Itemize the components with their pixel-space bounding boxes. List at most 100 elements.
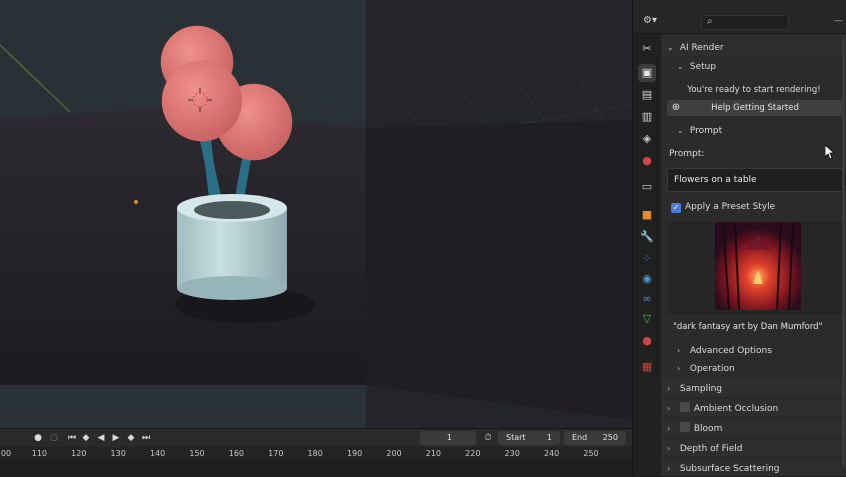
apply-preset-label: Apply a Preset Style — [685, 202, 776, 212]
render-icon[interactable]: ▣ — [638, 64, 656, 82]
texture-icon[interactable]: ▦ — [638, 358, 656, 376]
next-keyframe-icon[interactable]: ◆ — [125, 432, 137, 444]
jump-start-icon[interactable]: ⏮ — [66, 432, 78, 444]
keying-icon[interactable]: ○ — [48, 432, 60, 444]
ambient-occlusion-panel-header[interactable]: › Ambient Occlusion — [661, 400, 846, 418]
start-value: 1 — [546, 433, 552, 442]
object-icon[interactable]: ■ — [638, 206, 656, 224]
apply-preset-row[interactable]: ✓ Apply a Preset Style — [661, 198, 846, 216]
stopwatch-icon[interactable]: ⏱ — [482, 432, 494, 444]
timeline[interactable]: ● ○ ⏮ ◆ ◀ ▶ ◆ ⏭ 1 ⏱ Start 1 End 250 00 11… — [0, 428, 632, 477]
advanced-options-subpanel-header[interactable]: › Advanced Options — [661, 342, 846, 360]
sampling-panel-header[interactable]: › Sampling — [661, 380, 846, 398]
frame-tick-label: 170 — [268, 449, 284, 458]
properties-header: ⚙▾ ⌕ — — [633, 0, 846, 34]
chevron-right-icon: › — [667, 464, 671, 473]
bloom-checkbox[interactable] — [679, 422, 690, 432]
jump-end-icon[interactable]: ⏭ — [140, 432, 152, 444]
depth-of-field-label: Depth of Field — [679, 444, 743, 454]
data-icon[interactable]: ▽ — [638, 310, 656, 328]
prompt-field-label: Prompt: — [669, 149, 705, 159]
help-button-label: Help Getting Started — [711, 103, 799, 113]
play-reverse-icon[interactable]: ◀ — [95, 432, 107, 444]
setup-label: Setup — [689, 62, 717, 72]
current-frame-field[interactable]: 1 — [420, 431, 476, 445]
prompt-input[interactable]: Flowers on a table — [667, 168, 846, 192]
chevron-right-icon: › — [667, 424, 671, 433]
properties-content: ⌄ AI Render ⌄ Setup You're ready to star… — [661, 34, 846, 476]
ambient-occlusion-label: Ambient Occlusion — [693, 404, 779, 414]
play-icon[interactable]: ▶ — [110, 432, 122, 444]
sampling-label: Sampling — [679, 384, 723, 394]
timeline-track[interactable] — [0, 461, 632, 477]
frame-tick-label: 130 — [110, 449, 126, 458]
modifier-icon[interactable]: 🔧 — [638, 228, 656, 246]
properties-scrollbar[interactable] — [842, 36, 845, 466]
ambient-occlusion-checkbox[interactable] — [679, 402, 690, 412]
frame-ruler[interactable]: 00 110 120 130 140 150 160 170 180 190 200 210 220 23… — [0, 447, 632, 461]
end-label: End — [572, 433, 588, 442]
end-frame-field[interactable]: End 250 — [564, 431, 626, 445]
frame-tick-label: 150 — [189, 449, 205, 458]
physics-icon[interactable]: ◉ — [638, 270, 656, 288]
frame-tick-label: 220 — [465, 449, 481, 458]
depth-of-field-panel-header[interactable]: › Depth of Field — [661, 440, 846, 458]
record-icon[interactable]: ● — [32, 432, 44, 444]
particles-icon[interactable]: ⁘ — [638, 250, 656, 268]
frame-tick-label: 190 — [346, 449, 363, 458]
help-getting-started-button[interactable]: ⊕ Help Getting Started — [667, 100, 843, 116]
preset-style-preview[interactable] — [667, 221, 846, 314]
frame-tick-label: 250 — [583, 449, 599, 458]
bloom-panel-header[interactable]: › Bloom — [661, 420, 846, 438]
constraints-icon[interactable]: ∞ — [638, 290, 656, 308]
mouse-cursor-icon — [825, 145, 835, 160]
search-input[interactable]: ⌕ — [701, 15, 789, 30]
ready-message: You're ready to start rendering! — [687, 85, 821, 95]
frame-tick-label: 180 — [307, 449, 323, 458]
prompt-section-label: Prompt — [689, 126, 723, 136]
ai-render-panel-header[interactable]: ⌄ AI Render — [661, 39, 846, 57]
setup-subpanel-header[interactable]: ⌄ Setup — [661, 58, 846, 76]
globe-icon: ⊕ — [671, 102, 681, 113]
frame-tick-label: 210 — [425, 449, 442, 458]
vase — [177, 194, 287, 300]
bloom-label: Bloom — [693, 424, 723, 434]
operation-label: Operation — [689, 364, 735, 374]
scene-icon[interactable]: ◈ — [638, 130, 656, 148]
editor-type-icon[interactable]: ⚙▾ — [643, 15, 665, 29]
subsurface-scattering-panel-header[interactable]: › Subsurface Scattering — [661, 460, 846, 476]
frame-tick-label: 160 — [228, 449, 245, 458]
collection-icon[interactable]: ▭ — [638, 178, 656, 196]
world-icon[interactable]: ● — [638, 152, 656, 170]
tool-icon[interactable]: ✂ — [638, 40, 656, 58]
properties-tabs: ✂ ▣ ▤ ▥ ◈ ● ▭ ■ 🔧 ⁘ ◉ ∞ ▽ ● ▦ — [633, 34, 661, 476]
view-layer-icon[interactable]: ▥ — [638, 108, 656, 126]
material-icon[interactable]: ● — [638, 332, 656, 350]
frame-tick-label: 110 — [31, 449, 48, 458]
start-label: Start — [506, 433, 526, 442]
apply-preset-checkbox[interactable]: ✓ — [671, 203, 681, 213]
frame-tick-label: 200 — [386, 449, 402, 458]
preset-caption: "dark fantasy art by Dan Mumford" — [673, 322, 823, 332]
chevron-right-icon: › — [677, 364, 681, 373]
current-frame-value: 1 — [446, 433, 452, 442]
options-icon[interactable]: — — [834, 16, 843, 26]
start-frame-field[interactable]: Start 1 — [498, 431, 560, 445]
prompt-subpanel-header[interactable]: ⌄ Prompt — [661, 122, 846, 140]
operation-subpanel-header[interactable]: › Operation — [661, 360, 846, 378]
prev-keyframe-icon[interactable]: ◆ — [80, 432, 92, 444]
frame-tick-label: 140 — [149, 449, 166, 458]
chevron-right-icon: › — [667, 404, 671, 413]
viewport-scene — [0, 0, 632, 428]
frame-tick-label: 240 — [543, 449, 560, 458]
ai-render-label: AI Render — [679, 43, 724, 53]
properties-editor: ⚙▾ ⌕ — ✂ ▣ ▤ ▥ ◈ ● ▭ ■ 🔧 ⁘ ◉ ∞ ▽ ● ▦ ⌄ A… — [632, 0, 846, 476]
preset-preview-image — [715, 221, 801, 311]
chevron-down-icon: ⌄ — [667, 43, 674, 52]
light-object — [134, 200, 138, 204]
chevron-right-icon: › — [667, 444, 671, 453]
output-icon[interactable]: ▤ — [638, 86, 656, 104]
chevron-right-icon: › — [667, 384, 671, 393]
3d-viewport[interactable] — [0, 0, 632, 428]
chevron-right-icon: › — [677, 346, 681, 355]
